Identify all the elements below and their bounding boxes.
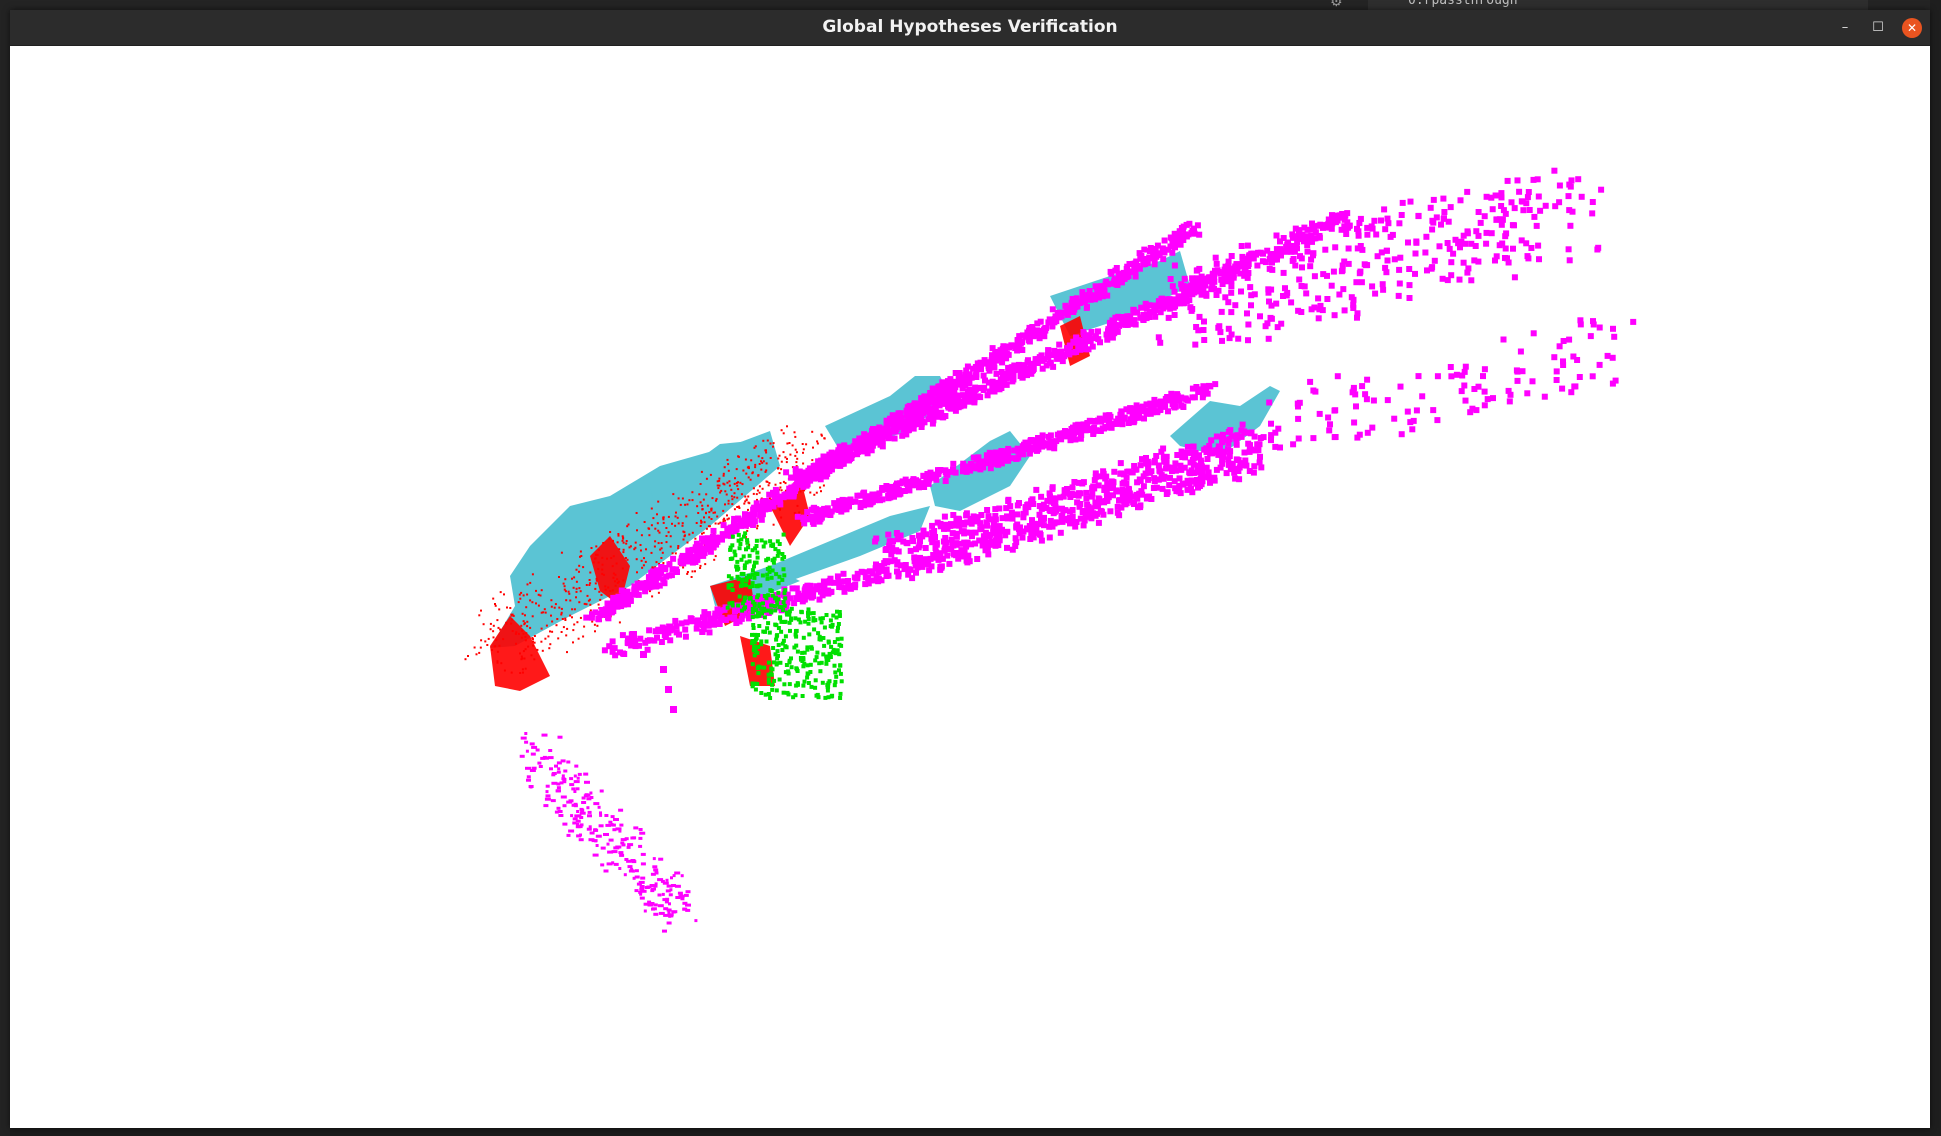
maximize-button[interactable]: ☐ (1868, 18, 1888, 38)
close-button[interactable]: ✕ (1902, 18, 1922, 38)
point-cloud-viewport[interactable] (10, 46, 1930, 1128)
window-title: Global Hypotheses Verification (822, 17, 1118, 37)
gear-icon: ⚙ (1330, 0, 1343, 10)
scene-points (519, 167, 1637, 933)
title-bar[interactable]: Global Hypotheses Verification – ☐ ✕ (10, 10, 1930, 46)
minimize-button[interactable]: – (1835, 18, 1855, 38)
visualizer-window: Global Hypotheses Verification – ☐ ✕ (10, 10, 1930, 1128)
background-right-panel (1930, 0, 1941, 1136)
point-cloud-render (464, 167, 1637, 933)
background-left-panel (0, 0, 10, 1136)
background-editor-text: 0.rpassthrough (1408, 0, 1518, 8)
